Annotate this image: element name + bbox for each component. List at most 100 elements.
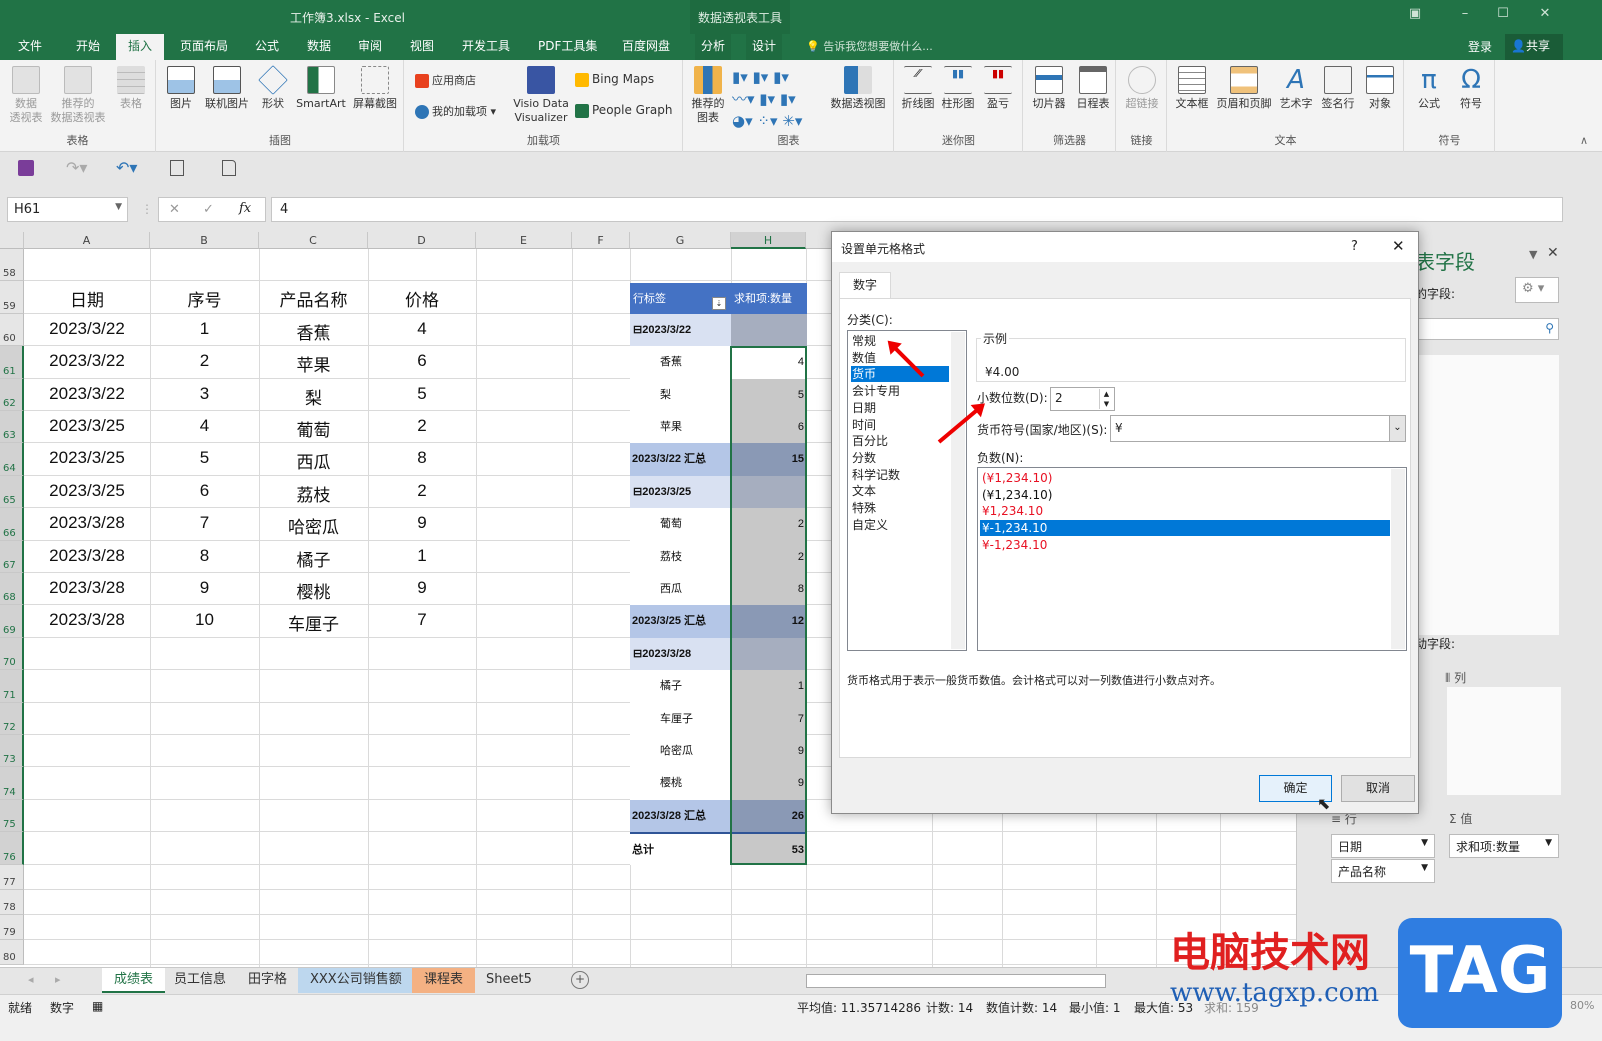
- collapse-ribbon-icon[interactable]: ∧: [1580, 134, 1588, 147]
- signature-line-button[interactable]: 签名行: [1318, 66, 1358, 111]
- horizontal-scrollbar[interactable]: [806, 974, 1106, 988]
- pivot-row-label[interactable]: 2023/3/22 汇总: [630, 443, 731, 476]
- my-addins-button[interactable]: 我的加载项 ▾: [415, 103, 496, 119]
- symbol-button[interactable]: Ω 符号: [1451, 66, 1491, 111]
- smartart-button[interactable]: SmartArt: [293, 66, 349, 111]
- table-cell[interactable]: 2023/3/28: [24, 513, 150, 533]
- chart-type-icons[interactable]: ▮▾ ▮▾ ▮▾ 〰▾ ▮▾ ▮▾ ◕▾ ⁘▾ ✳▾: [732, 66, 824, 136]
- negative-scrollbar[interactable]: [1391, 469, 1405, 649]
- tab-view[interactable]: 视图: [404, 34, 440, 60]
- table-cell[interactable]: 1: [150, 319, 259, 339]
- currency-symbol-select[interactable]: ¥ ⌄: [1110, 415, 1406, 442]
- row-header[interactable]: 59: [0, 281, 24, 314]
- pivot-table-button[interactable]: 数据 透视表: [6, 66, 46, 125]
- sheet-tab[interactable]: 田字格: [236, 968, 299, 993]
- row-header[interactable]: 61: [0, 346, 24, 379]
- textbox-button[interactable]: 文本框: [1170, 66, 1214, 111]
- value-field-sum[interactable]: 求和项:数量 ▼: [1449, 834, 1559, 858]
- share-button[interactable]: 👤共享: [1505, 34, 1563, 60]
- table-cell[interactable]: 2: [368, 416, 476, 436]
- table-cell[interactable]: 8: [368, 448, 476, 468]
- store-button[interactable]: 应用商店: [415, 72, 476, 88]
- row-header[interactable]: 62: [0, 378, 24, 411]
- negative-format-item[interactable]: ¥-1,234.10: [980, 520, 1390, 537]
- maximize-button[interactable]: ☐: [1493, 6, 1513, 26]
- table-cell[interactable]: 8: [150, 546, 259, 566]
- pane-close-icon[interactable]: ✕: [1547, 245, 1559, 261]
- category-item[interactable]: 文本: [851, 483, 876, 499]
- column-header[interactable]: A: [24, 232, 150, 249]
- row-header[interactable]: 78: [0, 889, 24, 915]
- pivot-row-label[interactable]: ⊟2023/3/25: [630, 475, 731, 509]
- row-header[interactable]: 79: [0, 914, 24, 940]
- category-item[interactable]: 会计专用: [851, 383, 900, 399]
- save-icon[interactable]: [18, 160, 34, 176]
- filter-sort-icon[interactable]: ⇣: [712, 297, 726, 311]
- tab-review[interactable]: 审阅: [352, 34, 388, 60]
- table-cell[interactable]: 2: [368, 481, 476, 501]
- sheet-tab[interactable]: Sheet5: [474, 968, 544, 993]
- table-cell[interactable]: 荔枝: [259, 481, 368, 506]
- help-button[interactable]: ?: [1351, 239, 1358, 254]
- tab-analyze[interactable]: 分析: [695, 34, 732, 60]
- row-header[interactable]: 80: [0, 939, 24, 965]
- category-item[interactable]: 分数: [851, 450, 876, 466]
- pivot-row-value[interactable]: [731, 313, 807, 347]
- field-search-input[interactable]: ⚲: [1415, 318, 1559, 340]
- category-item[interactable]: 货币: [851, 366, 949, 383]
- table-cell[interactable]: 10: [150, 610, 259, 630]
- page-preview-icon[interactable]: [222, 160, 236, 176]
- table-cell[interactable]: 2023/3/22: [24, 384, 150, 404]
- dialog-close-button[interactable]: ✕: [1392, 237, 1405, 255]
- row-header[interactable]: 76: [0, 832, 24, 865]
- table-cell[interactable]: 1: [368, 546, 476, 566]
- sparkline-column-button[interactable]: ▮▮ 柱形图: [939, 66, 977, 111]
- formula-input[interactable]: 4: [271, 197, 1563, 222]
- table-cell[interactable]: 2023/3/28: [24, 610, 150, 630]
- gear-icon[interactable]: ⚙ ▾: [1515, 277, 1559, 303]
- table-header-cell[interactable]: 日期: [24, 286, 150, 311]
- table-cell[interactable]: 2023/3/25: [24, 416, 150, 436]
- row-header[interactable]: 69: [0, 605, 24, 638]
- table-cell[interactable]: 4: [150, 416, 259, 436]
- table-cell[interactable]: 3: [150, 384, 259, 404]
- recommended-charts-button[interactable]: 推荐的 图表: [688, 66, 728, 125]
- pivot-row-label[interactable]: ⊟2023/3/28: [630, 637, 731, 671]
- column-header[interactable]: B: [150, 232, 259, 249]
- table-cell[interactable]: 西瓜: [259, 448, 368, 473]
- sheet-tab[interactable]: 课程表: [412, 968, 476, 993]
- tab-data[interactable]: 数据: [301, 34, 337, 60]
- negative-format-item[interactable]: ¥-1,234.10: [980, 537, 1390, 553]
- row-header[interactable]: 70: [0, 637, 24, 671]
- row-header[interactable]: 72: [0, 702, 24, 735]
- table-button[interactable]: 表格: [112, 66, 150, 111]
- table-cell[interactable]: 6: [150, 481, 259, 501]
- decimals-stepper[interactable]: 2 ▲ ▼: [1050, 387, 1115, 411]
- tab-formulas[interactable]: 公式: [249, 34, 285, 60]
- columns-drop-area[interactable]: [1447, 687, 1561, 795]
- fx-icon[interactable]: fx: [239, 201, 251, 216]
- splitter-handle[interactable]: ⋮: [141, 202, 153, 216]
- pivot-row-label[interactable]: 苹果: [630, 411, 731, 444]
- pivot-row-label[interactable]: 葡萄: [630, 508, 731, 541]
- tab-file[interactable]: 文件: [12, 34, 48, 60]
- category-item[interactable]: 常规: [851, 333, 876, 349]
- sheet-tab[interactable]: 成绩表: [102, 968, 166, 993]
- recommended-pivot-button[interactable]: 推荐的 数据透视表: [48, 66, 108, 125]
- row-header[interactable]: 77: [0, 864, 24, 890]
- print-preview-icon[interactable]: [170, 160, 184, 176]
- table-cell[interactable]: 2023/3/28: [24, 546, 150, 566]
- pivot-row-label[interactable]: 橘子: [630, 670, 731, 703]
- column-header[interactable]: F: [572, 232, 630, 249]
- tab-home[interactable]: 开始: [70, 34, 106, 60]
- table-header-cell[interactable]: 价格: [368, 286, 476, 311]
- pivot-row-label[interactable]: 梨: [630, 378, 731, 411]
- online-picture-button[interactable]: 联机图片: [201, 66, 253, 111]
- negative-number-list[interactable]: (¥1,234.10) (¥1,234.10) ¥1,234.10 ¥-1,234.1…: [977, 467, 1407, 651]
- table-cell[interactable]: 6: [368, 351, 476, 371]
- pivot-row-label[interactable]: 樱桃: [630, 767, 731, 800]
- row-header[interactable]: 64: [0, 443, 24, 476]
- table-header-cell[interactable]: 序号: [150, 286, 259, 311]
- close-button[interactable]: ✕: [1535, 6, 1555, 26]
- sparkline-winloss-button[interactable]: ▮▮ 盈亏: [979, 66, 1017, 111]
